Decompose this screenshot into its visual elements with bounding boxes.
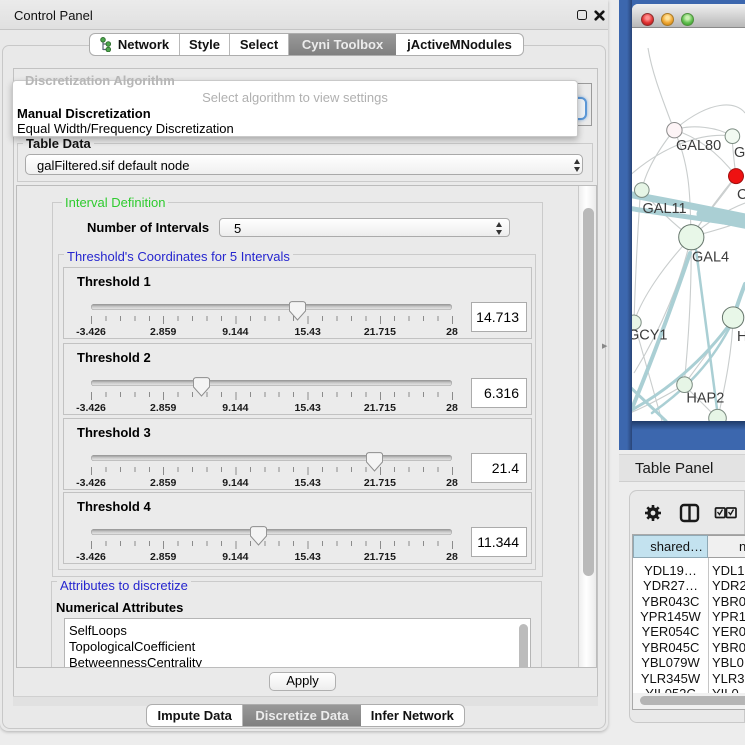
- svg-text:HAP2: HAP2: [686, 391, 724, 407]
- svg-text:H: H: [737, 329, 745, 345]
- svg-text:GA: GA: [734, 145, 745, 161]
- svg-text:GAL4: GAL4: [692, 250, 729, 266]
- svg-text:C: C: [737, 187, 745, 203]
- svg-text:GCY1: GCY1: [632, 328, 668, 344]
- svg-text:GAL80: GAL80: [676, 138, 721, 154]
- svg-text:GAL11: GAL11: [643, 201, 687, 217]
